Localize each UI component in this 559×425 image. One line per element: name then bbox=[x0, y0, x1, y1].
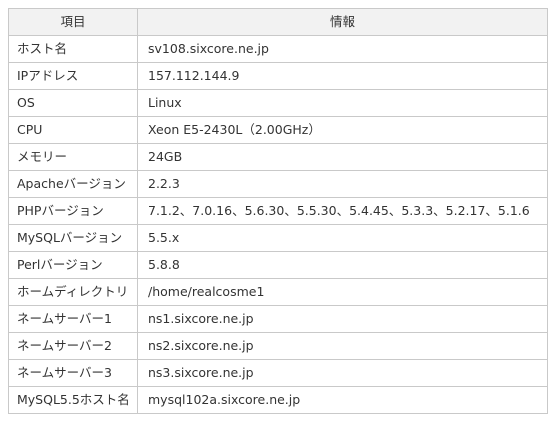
row-value: 157.112.144.9 bbox=[137, 62, 548, 90]
row-value: 5.5.x bbox=[137, 224, 548, 252]
row-label: Apacheバージョン bbox=[8, 170, 138, 198]
row-label: ホームディレクトリ bbox=[8, 278, 138, 306]
table-row: IPアドレス 157.112.144.9 bbox=[8, 62, 548, 90]
table-row: MySQL5.5ホスト名 mysql102a.sixcore.ne.jp bbox=[8, 386, 548, 414]
table-row: ホームディレクトリ /home/realcosme1 bbox=[8, 278, 548, 306]
table-header-row: 項目 情報 bbox=[8, 8, 548, 36]
server-info-container: 項目 情報 ホスト名 sv108.sixcore.ne.jp IPアドレス 15… bbox=[8, 8, 548, 414]
row-value: Linux bbox=[137, 89, 548, 117]
column-header-item: 項目 bbox=[8, 8, 138, 36]
row-value: 2.2.3 bbox=[137, 170, 548, 198]
row-label: ネームサーバー3 bbox=[8, 359, 138, 387]
table-row: Perlバージョン 5.8.8 bbox=[8, 251, 548, 279]
row-label: MySQLバージョン bbox=[8, 224, 138, 252]
table-row: ネームサーバー1 ns1.sixcore.ne.jp bbox=[8, 305, 548, 333]
row-label: ホスト名 bbox=[8, 35, 138, 63]
row-label: ネームサーバー2 bbox=[8, 332, 138, 360]
row-value: ns2.sixcore.ne.jp bbox=[137, 332, 548, 360]
table-row: Apacheバージョン 2.2.3 bbox=[8, 170, 548, 198]
table-row: ネームサーバー3 ns3.sixcore.ne.jp bbox=[8, 359, 548, 387]
row-label: IPアドレス bbox=[8, 62, 138, 90]
row-label: PHPバージョン bbox=[8, 197, 138, 225]
table-row: OS Linux bbox=[8, 89, 548, 117]
server-info-table: 項目 情報 ホスト名 sv108.sixcore.ne.jp IPアドレス 15… bbox=[8, 8, 548, 414]
column-header-info: 情報 bbox=[137, 8, 548, 36]
table-row: CPU Xeon E5-2430L（2.00GHz） bbox=[8, 116, 548, 144]
row-value: 7.1.2、7.0.16、5.6.30、5.5.30、5.4.45、5.3.3、… bbox=[137, 197, 548, 225]
row-label: MySQL5.5ホスト名 bbox=[8, 386, 138, 414]
row-label: CPU bbox=[8, 116, 138, 144]
row-label: Perlバージョン bbox=[8, 251, 138, 279]
table-row: メモリー 24GB bbox=[8, 143, 548, 171]
table-row: ホスト名 sv108.sixcore.ne.jp bbox=[8, 35, 548, 63]
row-label: OS bbox=[8, 89, 138, 117]
row-value: mysql102a.sixcore.ne.jp bbox=[137, 386, 548, 414]
table-row: PHPバージョン 7.1.2、7.0.16、5.6.30、5.5.30、5.4.… bbox=[8, 197, 548, 225]
table-row: ネームサーバー2 ns2.sixcore.ne.jp bbox=[8, 332, 548, 360]
row-label: ネームサーバー1 bbox=[8, 305, 138, 333]
row-value: ns1.sixcore.ne.jp bbox=[137, 305, 548, 333]
row-value: /home/realcosme1 bbox=[137, 278, 548, 306]
row-value: ns3.sixcore.ne.jp bbox=[137, 359, 548, 387]
row-value: 24GB bbox=[137, 143, 548, 171]
table-row: MySQLバージョン 5.5.x bbox=[8, 224, 548, 252]
row-label: メモリー bbox=[8, 143, 138, 171]
row-value: Xeon E5-2430L（2.00GHz） bbox=[137, 116, 548, 144]
row-value: sv108.sixcore.ne.jp bbox=[137, 35, 548, 63]
row-value: 5.8.8 bbox=[137, 251, 548, 279]
